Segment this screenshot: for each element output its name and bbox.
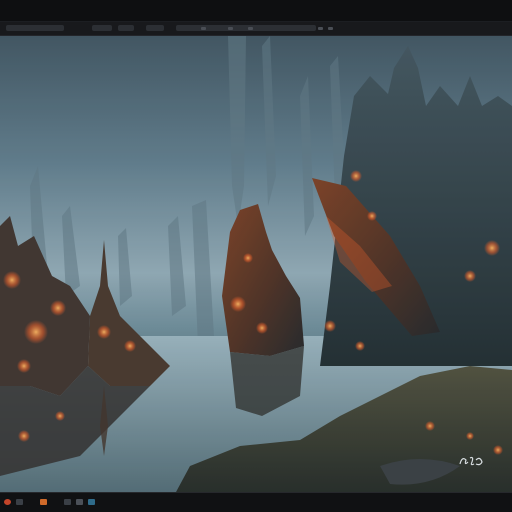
- split-icon[interactable]: [64, 499, 71, 505]
- menu-control-4[interactable]: [318, 27, 323, 30]
- reload-icon[interactable]: [76, 499, 83, 505]
- menu-bar: [0, 22, 512, 36]
- mist-overlay: [0, 36, 512, 492]
- fantasy-city-artwork: [0, 36, 512, 492]
- artist-signature: [458, 454, 484, 468]
- menu-item-1[interactable]: [6, 25, 64, 31]
- chat-icon[interactable]: [88, 499, 95, 505]
- artwork-canvas: [0, 36, 512, 492]
- record-icon[interactable]: [4, 499, 11, 505]
- signature-glyph: [459, 456, 483, 466]
- menu-item-2[interactable]: [92, 25, 112, 31]
- menu-item-4[interactable]: [146, 25, 164, 31]
- menu-control-3[interactable]: [248, 27, 253, 30]
- play-icon[interactable]: [16, 499, 23, 505]
- menu-control-5[interactable]: [328, 27, 333, 30]
- download-icon[interactable]: [40, 499, 47, 505]
- menu-item-3[interactable]: [118, 25, 134, 31]
- menu-control-1[interactable]: [201, 27, 206, 30]
- title-bar: [0, 0, 512, 22]
- menu-control-2[interactable]: [228, 27, 233, 30]
- menu-item-5[interactable]: [176, 25, 316, 31]
- status-bar: [0, 492, 512, 512]
